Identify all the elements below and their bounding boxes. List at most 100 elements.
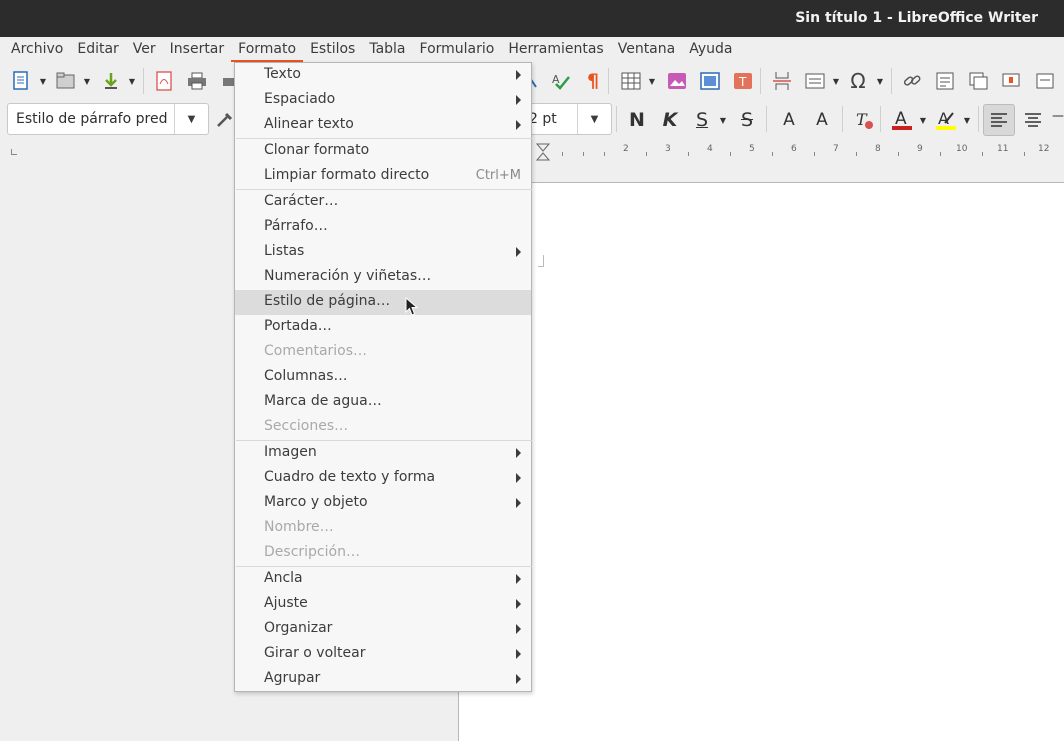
chevron-down-icon[interactable]: ▼ (831, 70, 841, 92)
menu-archivo[interactable]: Archivo (4, 37, 70, 62)
menu-item-girar-voltear[interactable]: Girar o voltear (235, 642, 531, 667)
menu-item-texto[interactable]: Texto (235, 63, 531, 88)
hyperlink-icon[interactable] (901, 70, 923, 92)
menu-item-marco-objeto[interactable]: Marco y objeto (235, 491, 531, 516)
menu-item-estilo-pagina[interactable]: Estilo de página… (235, 290, 531, 315)
highlight-color-icon[interactable]: A (935, 109, 957, 131)
menu-herramientas[interactable]: Herramientas (501, 37, 610, 62)
menu-item-parrafo[interactable]: Párrafo… (235, 215, 531, 240)
ruler-tick (730, 152, 731, 156)
submenu-arrow-icon (516, 247, 521, 257)
menu-editar[interactable]: Editar (70, 37, 125, 62)
align-center-icon[interactable] (1022, 109, 1044, 131)
footnote-icon[interactable] (934, 70, 956, 92)
toolbar-separator (978, 106, 979, 132)
chevron-down-icon[interactable]: ▼ (577, 104, 611, 134)
ruler-number: 8 (875, 144, 881, 154)
insert-textbox-icon[interactable]: T (732, 70, 754, 92)
menu-item-agrupar[interactable]: Agrupar (235, 667, 531, 692)
menu-item-caracter[interactable]: Carácter… (235, 190, 531, 215)
toolbar-separator (842, 106, 843, 132)
align-right-icon[interactable] (1052, 109, 1064, 131)
underline-icon[interactable]: S (691, 109, 713, 131)
horizontal-ruler[interactable]: 2 3 4 5 6 7 8 9 10 11 12 (530, 142, 1064, 164)
menu-ventana[interactable]: Ventana (611, 37, 683, 62)
menu-ver[interactable]: Ver (126, 37, 163, 62)
export-pdf-icon[interactable] (153, 70, 175, 92)
strikethrough-icon[interactable]: S (736, 109, 758, 131)
save-icon[interactable] (100, 70, 122, 92)
menu-item-cuadro-texto[interactable]: Cuadro de texto y forma (235, 466, 531, 491)
insert-chart-icon[interactable] (699, 70, 721, 92)
menu-item-ajuste[interactable]: Ajuste (235, 592, 531, 617)
menu-item-listas[interactable]: Listas (235, 240, 531, 265)
ruler-tick (982, 152, 983, 156)
chevron-down-icon[interactable]: ▼ (174, 104, 208, 134)
text-boundary-corner (538, 255, 544, 267)
menu-item-alinear-texto[interactable]: Alinear texto (235, 113, 531, 138)
align-left-icon[interactable] (983, 104, 1015, 136)
menu-formulario[interactable]: Formulario (413, 37, 502, 62)
chevron-down-icon[interactable]: ▼ (718, 109, 728, 131)
menu-item-descripcion: Descripción… (235, 541, 531, 566)
indent-marker-icon[interactable] (536, 143, 550, 161)
page-break-icon[interactable] (771, 70, 793, 92)
table-icon[interactable] (620, 70, 642, 92)
menu-item-label: Carácter… (264, 193, 339, 209)
menu-item-label: Marca de agua… (264, 393, 382, 409)
menu-item-clonar-formato[interactable]: Clonar formato (235, 139, 531, 164)
insert-image-icon[interactable] (666, 70, 688, 92)
menu-formato[interactable]: Formato (231, 37, 303, 62)
print-icon[interactable] (186, 70, 208, 92)
insert-field-icon[interactable] (804, 70, 826, 92)
menu-insertar[interactable]: Insertar (163, 37, 232, 62)
comment-icon[interactable] (967, 70, 989, 92)
chevron-down-icon[interactable]: ▼ (127, 70, 137, 92)
chevron-down-icon[interactable]: ▼ (962, 109, 972, 131)
menu-item-espaciado[interactable]: Espaciado (235, 88, 531, 113)
document-page[interactable] (458, 182, 1064, 741)
chevron-down-icon[interactable]: ▼ (647, 70, 657, 92)
new-document-icon[interactable] (10, 70, 32, 92)
menu-item-ancla[interactable]: Ancla (235, 567, 531, 592)
menu-item-portada[interactable]: Portada… (235, 315, 531, 340)
menu-item-numeracion[interactable]: Numeración y viñetas… (235, 265, 531, 290)
chevron-down-icon[interactable]: ▼ (38, 70, 48, 92)
update-style-icon[interactable] (214, 109, 236, 131)
menu-tabla[interactable]: Tabla (362, 37, 412, 62)
menu-estilos[interactable]: Estilos (303, 37, 362, 62)
paragraph-style-combo[interactable]: Estilo de párrafo pred ▼ (7, 103, 209, 135)
font-size-combo[interactable]: 2 pt ▼ (527, 103, 612, 135)
insert-line-icon[interactable] (1034, 70, 1056, 92)
chevron-down-icon[interactable]: ▼ (918, 109, 928, 131)
submenu-arrow-icon (516, 498, 521, 508)
formatting-toolbar: Estilo de párrafo pred ▼ 2 pt ▼ N K S ▼ … (0, 100, 1064, 140)
submenu-arrow-icon (516, 95, 521, 105)
menu-item-label: Párrafo… (264, 218, 328, 234)
superscript-icon[interactable]: A (778, 109, 800, 131)
formatting-marks-icon[interactable]: ¶ (582, 70, 604, 92)
menu-item-organizar[interactable]: Organizar (235, 617, 531, 642)
menu-item-comentarios: Comentarios… (235, 340, 531, 365)
ruler-number: 3 (665, 144, 671, 154)
clear-formatting-icon[interactable]: T (853, 109, 875, 131)
italic-icon[interactable]: K (659, 109, 681, 131)
track-changes-icon[interactable] (1000, 70, 1022, 92)
spellcheck-icon[interactable]: A (550, 70, 572, 92)
bold-icon[interactable]: N (626, 109, 648, 131)
submenu-arrow-icon (516, 473, 521, 483)
ruler-number: 6 (791, 144, 797, 154)
menu-item-columnas[interactable]: Columnas… (235, 365, 531, 390)
menu-item-imagen[interactable]: Imagen (235, 441, 531, 466)
chevron-down-icon[interactable]: ▼ (82, 70, 92, 92)
open-folder-icon[interactable] (55, 70, 77, 92)
chevron-down-icon[interactable]: ▼ (875, 70, 885, 92)
font-color-icon[interactable]: A (891, 109, 913, 131)
ruler-tick (772, 152, 773, 156)
menu-item-limpiar-formato[interactable]: Limpiar formato directo Ctrl+M (235, 164, 531, 189)
submenu-arrow-icon (516, 120, 521, 130)
subscript-icon[interactable]: A (811, 109, 833, 131)
menu-ayuda[interactable]: Ayuda (682, 37, 739, 62)
special-character-icon[interactable]: Ω (847, 69, 869, 93)
menu-item-marca-agua[interactable]: Marca de agua… (235, 390, 531, 415)
